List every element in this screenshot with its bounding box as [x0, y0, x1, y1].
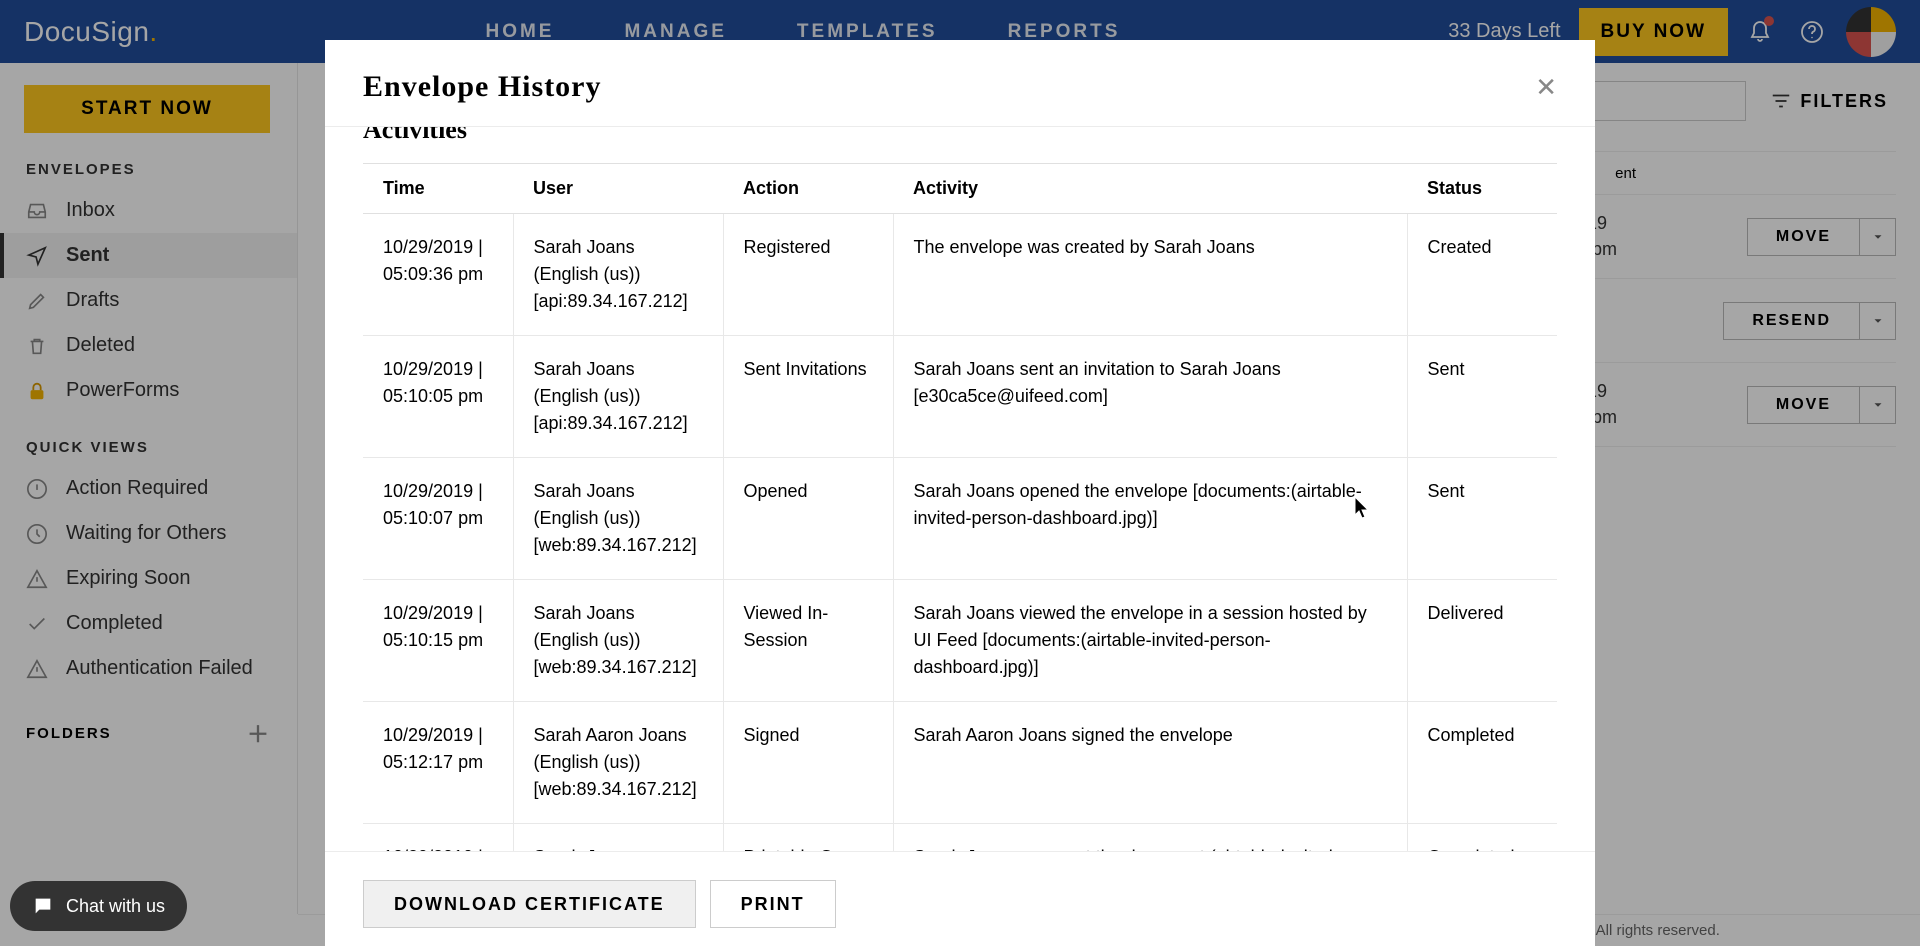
cell-action: Opened: [723, 458, 893, 580]
cell-action: Printable Copy Attached to Email: [723, 824, 893, 852]
column-header-action: Action: [723, 164, 893, 214]
cell-activity: Sarah Joans was sent the document (airta…: [893, 824, 1407, 852]
cell-time: 10/29/2019 | 05:10:15 pm: [363, 580, 513, 702]
modal-overlay: Envelope History ✕ Activities Time User …: [0, 0, 1920, 946]
activities-table: Time User Action Activity Status 10/29/2…: [363, 163, 1557, 851]
print-button[interactable]: PRINT: [710, 880, 836, 928]
modal-body[interactable]: Activities Time User Action Activity Sta…: [325, 126, 1595, 851]
cell-time: 10/29/2019 | 05:10:07 pm: [363, 458, 513, 580]
table-row: 10/29/2019 | 05:10:05 pmSarah Joans (Eng…: [363, 336, 1557, 458]
cell-action: Viewed In-Session: [723, 580, 893, 702]
activities-heading: Activities: [363, 126, 1557, 145]
table-header-row: Time User Action Activity Status: [363, 164, 1557, 214]
column-header-time: Time: [363, 164, 513, 214]
cell-time: 10/29/2019 | 05:09:36 pm: [363, 214, 513, 336]
table-row: 10/29/2019 | 05:10:15 pmSarah Joans (Eng…: [363, 580, 1557, 702]
cell-activity: Sarah Aaron Joans signed the envelope: [893, 702, 1407, 824]
column-header-user: User: [513, 164, 723, 214]
cell-action: Signed: [723, 702, 893, 824]
cell-time: 10/29/2019 | 05:10:05 pm: [363, 336, 513, 458]
table-row: 10/29/2019 | 05:09:36 pmSarah Joans (Eng…: [363, 214, 1557, 336]
cell-status: Created: [1407, 214, 1557, 336]
column-header-status: Status: [1407, 164, 1557, 214]
table-row: 10/29/2019 | 05:10:07 pmSarah Joans (Eng…: [363, 458, 1557, 580]
cell-action: Registered: [723, 214, 893, 336]
modal-title: Envelope History: [363, 70, 602, 104]
cell-user: Sarah Joans (English (us)) [web:89.34.16…: [513, 458, 723, 580]
chat-widget[interactable]: Chat with us: [10, 881, 187, 931]
cell-activity: The envelope was created by Sarah Joans: [893, 214, 1407, 336]
mouse-cursor: [1354, 496, 1370, 520]
cell-status: Completed: [1407, 824, 1557, 852]
cell-user: Sarah Aaron Joans (English (us)) [web:89…: [513, 702, 723, 824]
cell-user: Sarah Joans (English (us)) [api:89.34.16…: [513, 214, 723, 336]
envelope-history-modal: Envelope History ✕ Activities Time User …: [325, 40, 1595, 946]
cell-action: Sent Invitations: [723, 336, 893, 458]
cell-status: Sent: [1407, 336, 1557, 458]
cell-activity: Sarah Joans viewed the envelope in a ses…: [893, 580, 1407, 702]
cell-activity: Sarah Joans opened the envelope [documen…: [893, 458, 1407, 580]
cell-status: Delivered: [1407, 580, 1557, 702]
chat-icon: [32, 895, 54, 917]
table-row: 10/29/2019 | 05:12:17 pmSarah Joans (Eng…: [363, 824, 1557, 852]
cell-user: Sarah Joans (English (us)) [api:89.34.16…: [513, 336, 723, 458]
column-header-activity: Activity: [893, 164, 1407, 214]
cell-time: 10/29/2019 | 05:12:17 pm: [363, 824, 513, 852]
cell-time: 10/29/2019 | 05:12:17 pm: [363, 702, 513, 824]
cell-user: Sarah Joans (English (us)) [web:89.34.16…: [513, 580, 723, 702]
cell-status: Completed: [1407, 702, 1557, 824]
close-button[interactable]: ✕: [1535, 72, 1557, 103]
cell-status: Sent: [1407, 458, 1557, 580]
modal-footer: DOWNLOAD CERTIFICATE PRINT: [325, 851, 1595, 946]
cell-activity: Sarah Joans sent an invitation to Sarah …: [893, 336, 1407, 458]
close-icon: ✕: [1535, 72, 1557, 102]
download-certificate-button[interactable]: DOWNLOAD CERTIFICATE: [363, 880, 696, 928]
table-row: 10/29/2019 | 05:12:17 pmSarah Aaron Joan…: [363, 702, 1557, 824]
cell-user: Sarah Joans (English (us)) [web:89.34.16…: [513, 824, 723, 852]
